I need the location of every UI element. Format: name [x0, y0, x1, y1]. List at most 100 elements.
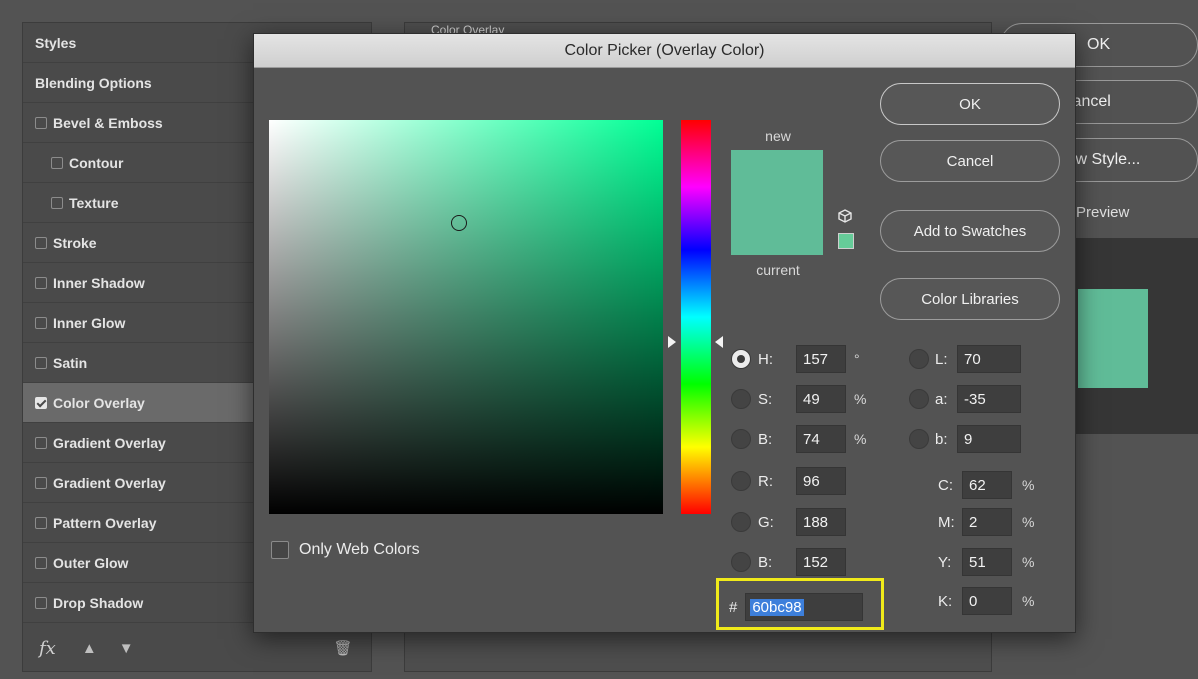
magenta-input[interactable]: 2 [962, 508, 1012, 536]
red-label: R: [758, 472, 773, 490]
hue-radio[interactable] [731, 349, 751, 369]
lab-b-radio[interactable] [909, 429, 929, 449]
lab-l-label: L: [935, 350, 948, 368]
color-libraries-label: Color Libraries [921, 290, 1019, 308]
magenta-field-row: M: 2 % [938, 508, 1034, 536]
ok-label: OK [959, 95, 981, 113]
style-checkbox[interactable] [35, 476, 47, 489]
lab-l-radio[interactable] [909, 349, 929, 369]
blue-field-row: B: 152 [731, 548, 846, 576]
preview-label: Preview [1076, 204, 1130, 221]
hue-input[interactable]: 157 [796, 345, 846, 373]
style-item-label: Contour [69, 154, 124, 171]
style-checkbox[interactable] [35, 116, 47, 129]
hue-label: H: [758, 350, 773, 368]
style-checkbox[interactable] [35, 436, 47, 449]
style-item-label: Drop Shadow [53, 594, 144, 611]
lab-b-label: b: [935, 430, 948, 448]
style-item-label: Outer Glow [53, 554, 129, 571]
lab-b-input[interactable]: 9 [957, 425, 1021, 453]
lab-l-field-row: L: 70 [909, 345, 1021, 373]
saturation-brightness-field[interactable] [269, 120, 663, 514]
black-label: K: [938, 592, 953, 610]
arrow-down-icon[interactable]: ▼ [119, 640, 134, 657]
style-checkbox[interactable] [35, 556, 47, 569]
green-input[interactable]: 188 [796, 508, 846, 536]
hue-slider-left-arrow-icon[interactable] [668, 336, 676, 348]
style-checkbox[interactable] [35, 596, 47, 609]
color-picker-dialog: Color Picker (Overlay Color) new current… [253, 33, 1076, 633]
hex-field-row: # 60bc98 [729, 593, 864, 621]
current-color-swatch[interactable] [731, 203, 823, 255]
add-to-swatches-button[interactable]: Add to Swatches [880, 210, 1060, 252]
lab-l-input[interactable]: 70 [957, 345, 1021, 373]
style-item-label: Satin [53, 354, 88, 371]
brightness-unit: % [854, 431, 867, 447]
color-libraries-button[interactable]: Color Libraries [880, 278, 1060, 320]
fx-button[interactable]: fx [39, 638, 56, 659]
cancel-button[interactable]: Cancel [880, 140, 1060, 182]
style-checkbox[interactable] [35, 236, 47, 249]
hue-slider[interactable] [681, 120, 711, 514]
cyan-field-row: C: 62 % [938, 471, 1034, 499]
blue-radio[interactable] [731, 552, 751, 572]
style-item-label: Gradient Overlay [53, 474, 166, 491]
only-web-colors-box[interactable] [271, 541, 289, 559]
only-web-colors-label: Only Web Colors [299, 541, 420, 558]
lab-a-label: a: [935, 390, 948, 408]
red-field-row: R: 96 [731, 467, 846, 495]
lab-a-input[interactable]: -35 [957, 385, 1021, 413]
brightness-field-row: B: 74 % [731, 425, 866, 453]
green-field-row: G: 188 [731, 508, 846, 536]
saturation-input[interactable]: 49 [796, 385, 846, 413]
magenta-unit: % [1022, 514, 1035, 530]
preview-checkbox[interactable]: Preview [1076, 204, 1129, 221]
ok-label: OK [1087, 36, 1111, 53]
hue-unit: ° [854, 351, 860, 367]
hue-field-row: H: 157 ° [731, 345, 860, 373]
style-checkbox[interactable] [35, 516, 47, 529]
web-safe-color-swatch[interactable] [838, 233, 854, 249]
hex-input[interactable]: 60bc98 [745, 593, 864, 621]
brightness-label: B: [758, 430, 773, 448]
only-web-colors-checkbox[interactable]: Only Web Colors [271, 541, 420, 559]
saturation-radio[interactable] [731, 389, 751, 409]
arrow-up-icon[interactable]: ▲ [82, 640, 97, 657]
cyan-input[interactable]: 62 [962, 471, 1012, 499]
hex-value-selected: 60bc98 [750, 598, 804, 616]
style-checkbox[interactable] [35, 316, 47, 329]
style-checkbox[interactable] [35, 356, 47, 369]
lab-a-radio[interactable] [909, 389, 929, 409]
red-input[interactable]: 96 [796, 467, 846, 495]
brightness-input[interactable]: 74 [796, 425, 846, 453]
hex-prefix: # [729, 598, 738, 616]
saturation-label: S: [758, 390, 773, 408]
saturation-field-row: S: 49 % [731, 385, 866, 413]
web-safe-cube-icon[interactable] [838, 209, 852, 223]
style-item-label: Blending Options [35, 74, 152, 91]
brightness-radio[interactable] [731, 429, 751, 449]
style-checkbox[interactable] [35, 276, 47, 289]
yellow-unit: % [1022, 554, 1035, 570]
trash-icon[interactable]: 🗑 [334, 639, 353, 657]
lab-b-field-row: b: 9 [909, 425, 1021, 453]
cyan-label: C: [938, 476, 953, 494]
red-radio[interactable] [731, 471, 751, 491]
hue-slider-right-arrow-icon[interactable] [715, 336, 723, 348]
blue-input[interactable]: 152 [796, 548, 846, 576]
cancel-label: Cancel [946, 152, 994, 170]
style-checkbox[interactable] [51, 156, 63, 169]
style-checkbox[interactable] [35, 396, 47, 409]
yellow-field-row: Y: 51 % [938, 548, 1034, 576]
style-checkbox[interactable] [51, 196, 63, 209]
black-input[interactable]: 0 [962, 587, 1012, 615]
ok-button[interactable]: OK [880, 83, 1060, 125]
blue-label: B: [758, 553, 773, 571]
style-item-label: Gradient Overlay [53, 434, 166, 451]
style-item-label: Texture [69, 194, 119, 211]
yellow-input[interactable]: 51 [962, 548, 1012, 576]
green-radio[interactable] [731, 512, 751, 532]
style-item-label: Bevel & Emboss [53, 114, 163, 131]
color-selection-marker[interactable] [451, 215, 467, 231]
style-item-label: Pattern Overlay [53, 514, 157, 531]
